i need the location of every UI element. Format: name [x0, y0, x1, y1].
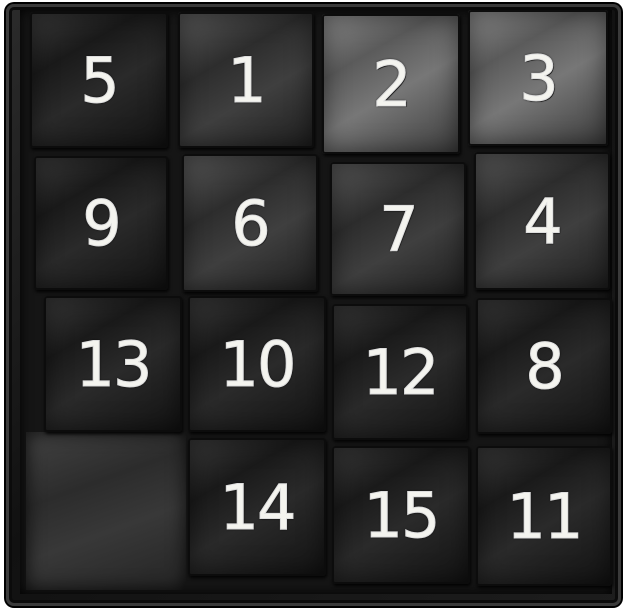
tile-4[interactable]: 4 [474, 152, 610, 290]
tile-15[interactable]: 15 [332, 446, 470, 584]
tile-number: 9 [82, 186, 122, 260]
tile-10[interactable]: 10 [188, 296, 326, 432]
tile-8[interactable]: 8 [476, 298, 612, 434]
tile-number: 14 [219, 470, 297, 544]
tile-11[interactable]: 11 [476, 446, 612, 586]
tile-6[interactable]: 6 [182, 154, 318, 292]
tile-9[interactable]: 9 [34, 156, 168, 290]
tile-number: 15 [363, 478, 441, 552]
tile-12[interactable]: 12 [332, 304, 468, 440]
tile-2[interactable]: 2 [322, 14, 460, 154]
tile-7[interactable]: 7 [330, 162, 466, 296]
tile-number: 2 [372, 47, 412, 121]
tile-number: 10 [219, 327, 297, 401]
tile-number: 13 [75, 327, 153, 401]
tile-number: 4 [523, 184, 563, 258]
tile-number: 7 [379, 192, 419, 266]
tile-number: 12 [362, 335, 440, 409]
tile-number: 8 [525, 329, 565, 403]
tile-number: 6 [231, 186, 271, 260]
tile-number: 5 [80, 43, 120, 117]
tile-5[interactable]: 5 [30, 12, 168, 148]
tile-number: 1 [227, 43, 267, 117]
tile-number: 11 [506, 479, 584, 553]
empty-slot [26, 432, 186, 590]
tile-13[interactable]: 13 [44, 296, 182, 432]
tile-3[interactable]: 3 [468, 10, 608, 146]
tile-number: 3 [519, 41, 559, 115]
tile-14[interactable]: 14 [188, 438, 326, 576]
tile-1[interactable]: 1 [178, 12, 314, 148]
